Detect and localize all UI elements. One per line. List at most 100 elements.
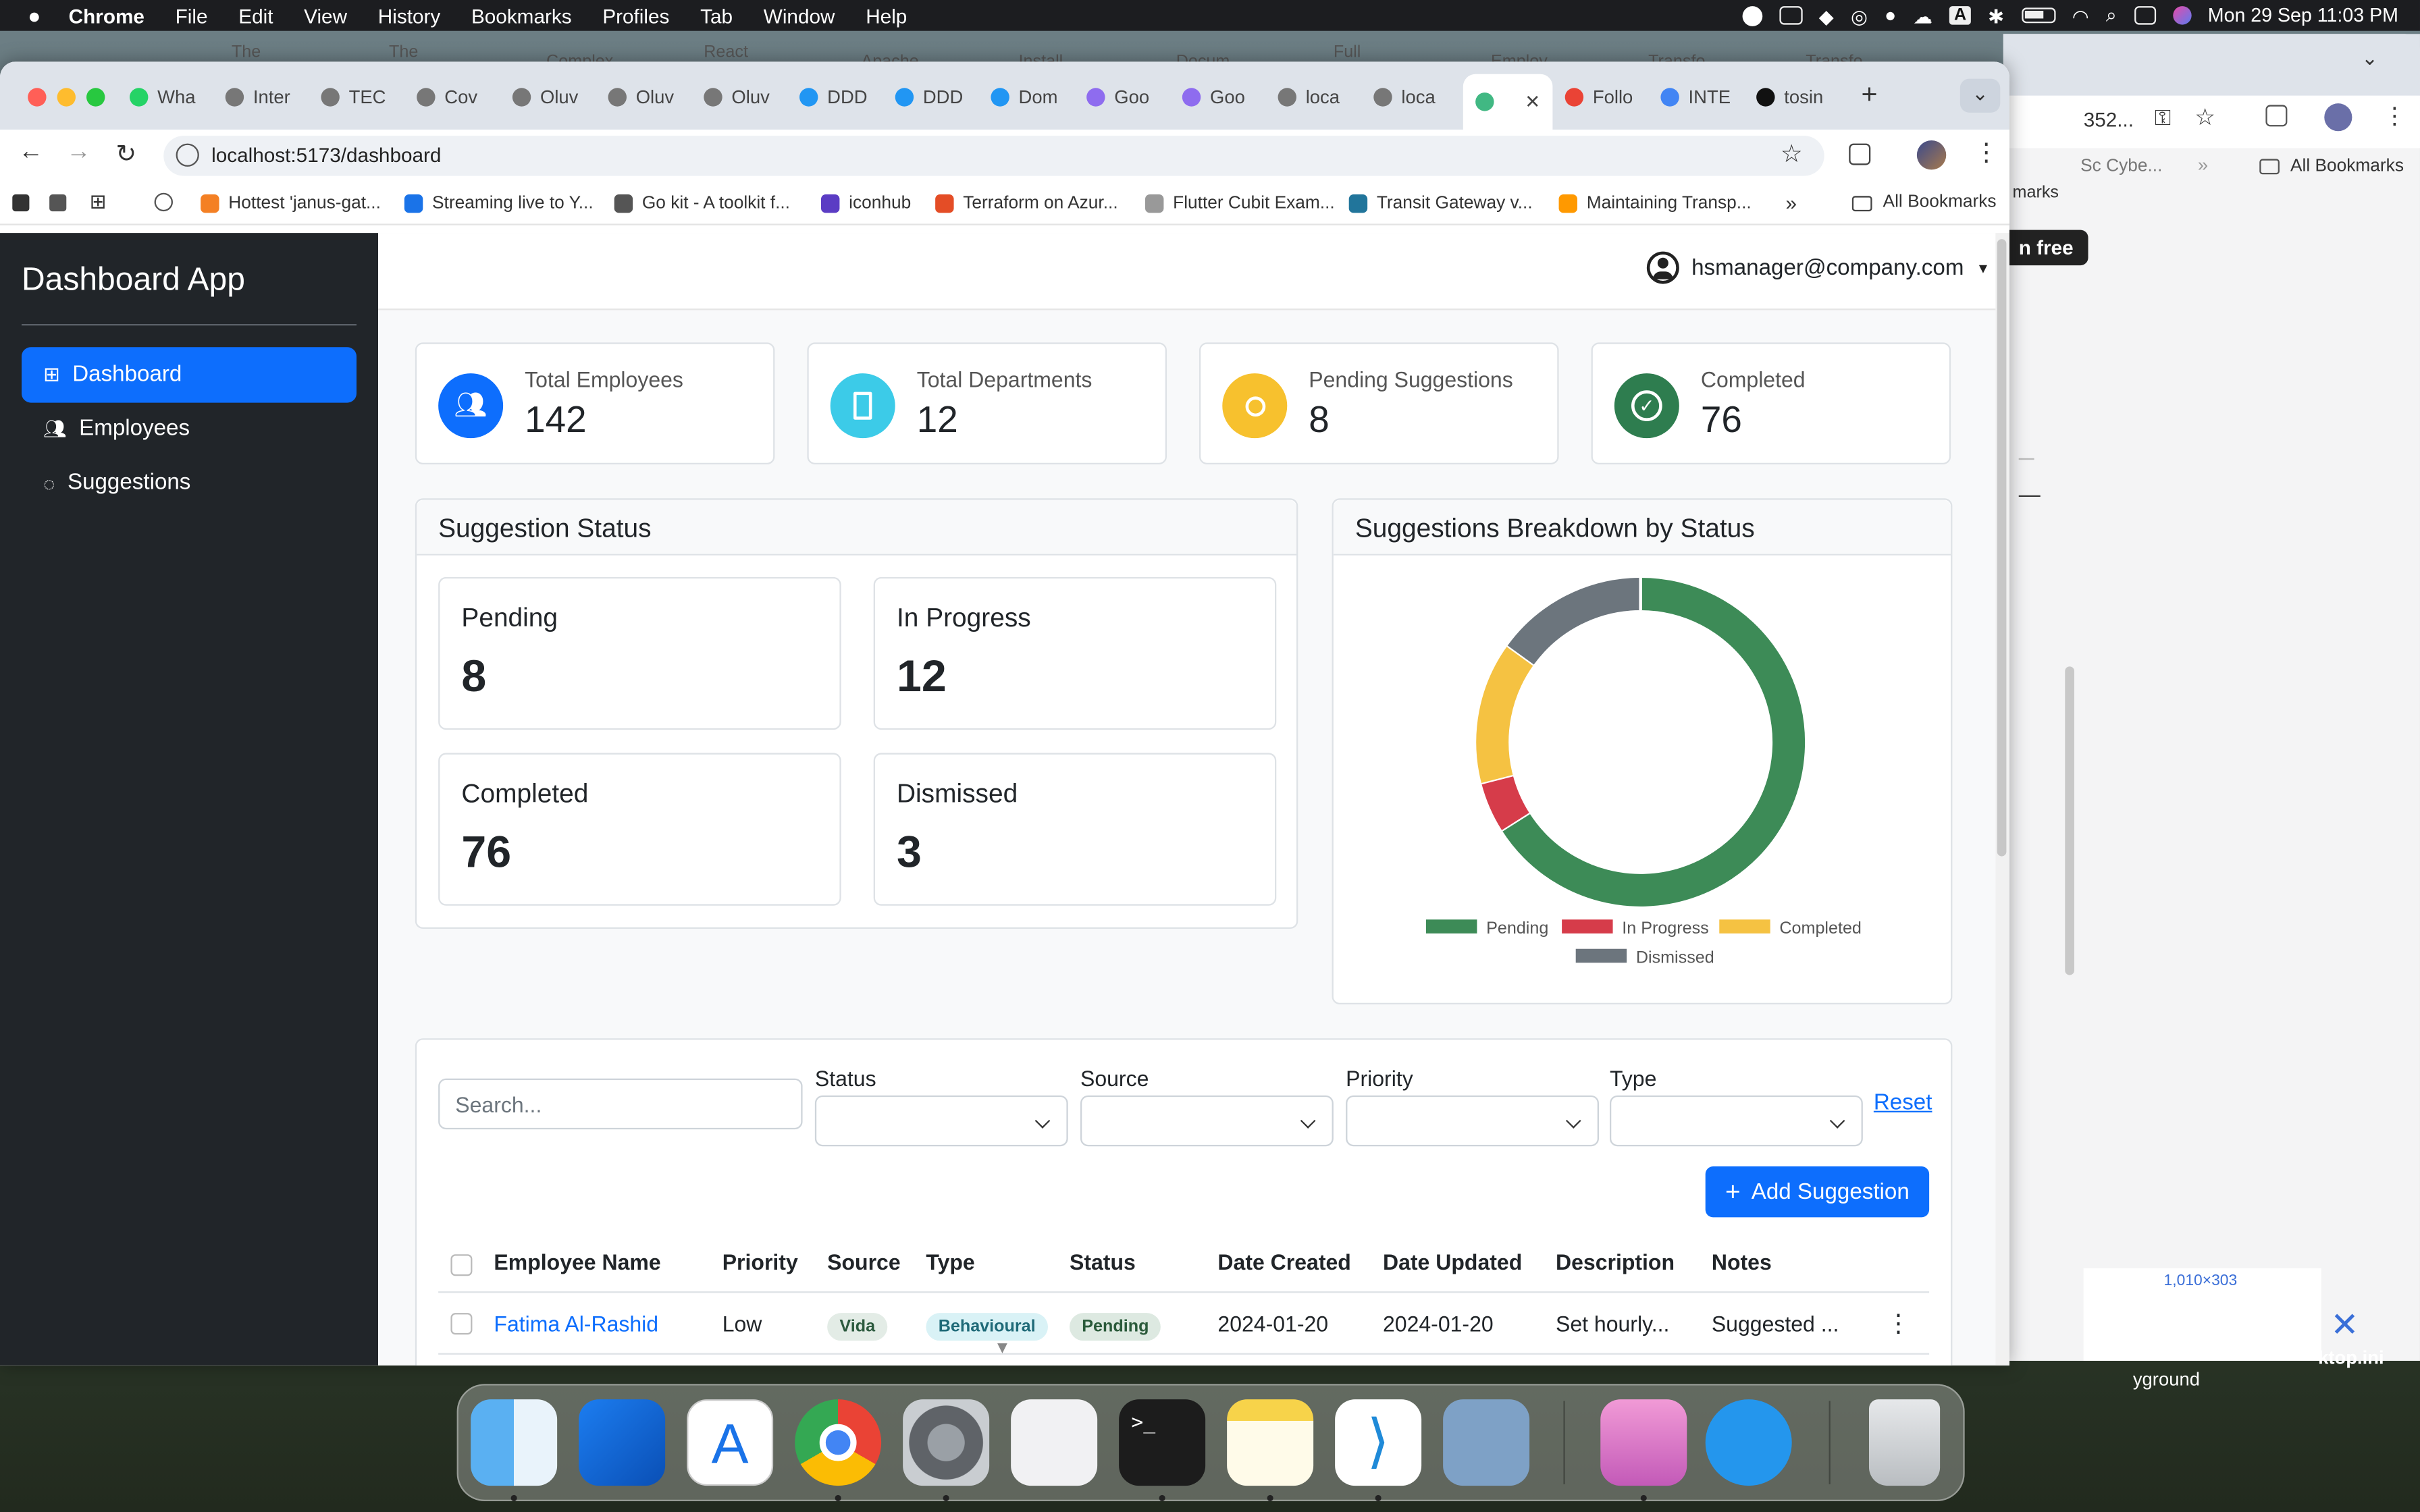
bookmark-item[interactable]: Flutter Cubit Exam... <box>1145 182 1335 225</box>
menu-edit[interactable]: Edit <box>238 4 273 27</box>
app-store-icon[interactable]: A <box>687 1399 774 1486</box>
table-row[interactable]: Fatima Al-Rashid Low Vida Behavioural Pe… <box>438 1293 1930 1355</box>
bookmark-item[interactable]: Streaming live to Y... <box>404 182 594 225</box>
profile-avatar[interactable] <box>1916 140 1947 170</box>
address-bar[interactable]: localhost:5173/dashboard ☆ <box>163 136 1824 176</box>
menu-app-name[interactable]: Chrome <box>69 4 144 27</box>
siri-icon[interactable] <box>2172 6 2191 25</box>
extensions-icon[interactable] <box>1849 143 1871 165</box>
menu-file[interactable]: File <box>176 4 208 27</box>
browser-tab[interactable]: Inter <box>225 80 318 114</box>
display-icon[interactable] <box>1779 6 1802 25</box>
globe-icon[interactable] <box>154 192 173 212</box>
browser-tab[interactable]: INTE <box>1660 80 1753 114</box>
browser-tab[interactable]: DDD <box>895 80 988 114</box>
close-window-button[interactable] <box>28 88 47 107</box>
sidebar-item-employees[interactable]: 👥︎ Employees <box>22 401 357 456</box>
column-header-employee-name[interactable]: Employee Name <box>494 1249 660 1274</box>
back-window-free-button[interactable]: n free <box>2009 230 2089 266</box>
postgresql-icon[interactable] <box>1443 1399 1530 1486</box>
more-bookmarks-icon[interactable]: » <box>1786 191 1797 214</box>
bookmark-star-icon[interactable]: ☆ <box>1781 139 1803 170</box>
page-scrollbar[interactable] <box>1995 233 2009 1366</box>
browser-tab-active[interactable]: ✕ <box>1463 74 1553 130</box>
close-tab-icon[interactable]: ✕ <box>1525 91 1540 113</box>
column-header-status[interactable]: Status <box>1070 1249 1136 1274</box>
row-checkbox[interactable] <box>450 1313 473 1335</box>
all-bookmarks-link[interactable]: All Bookmarks <box>1883 193 1997 211</box>
terminal-icon[interactable]: >_ <box>1119 1399 1206 1486</box>
status-filter-select[interactable] <box>814 1095 1068 1147</box>
menu-help[interactable]: Help <box>866 4 907 27</box>
row-actions-icon[interactable]: ⋮ <box>1886 1308 1911 1339</box>
bookmark-item[interactable]: iconhub <box>820 182 911 225</box>
bookmark-item[interactable]: Hottest 'janus-gat... <box>201 182 381 225</box>
browser-tab[interactable]: Oluv <box>704 80 796 114</box>
menu-bookmarks[interactable]: Bookmarks <box>471 4 572 27</box>
tab-search-button[interactable]: ⌄ <box>1959 78 2001 113</box>
donut-slice-in-progress[interactable] <box>1481 774 1529 830</box>
browser-tab[interactable]: Follo <box>1564 80 1658 114</box>
system-settings-icon[interactable] <box>903 1399 990 1486</box>
menu-window[interactable]: Window <box>764 4 835 27</box>
legend-label[interactable]: Dismissed <box>1636 948 1714 967</box>
launchpad-icon[interactable] <box>1011 1399 1098 1486</box>
cloud-sync-icon[interactable]: ☁ <box>1913 4 1932 27</box>
column-header-type[interactable]: Type <box>926 1249 974 1274</box>
employee-name-link[interactable]: Fatima Al-Rashid <box>494 1312 658 1336</box>
kebab-menu-icon[interactable]: ⋮ <box>2383 102 2406 130</box>
type-filter-select[interactable] <box>1609 1095 1863 1147</box>
profile-avatar[interactable] <box>2324 103 2352 132</box>
lastpass-icon[interactable]: ● <box>1885 5 1896 26</box>
menu-clock[interactable]: Mon 29 Sep 11:03 PM <box>2208 5 2398 26</box>
chevron-down-icon[interactable]: ⌄ <box>2361 47 2378 72</box>
browser-tab[interactable]: tosin <box>1756 80 1849 114</box>
column-header-notes[interactable]: Notes <box>1712 1249 1772 1274</box>
browser-tab[interactable]: loca <box>1373 80 1466 114</box>
column-header-date-created[interactable]: Date Created <box>1217 1249 1350 1274</box>
scroll-down-icon[interactable]: ▼ <box>994 1339 1011 1357</box>
chrome-icon[interactable] <box>795 1399 882 1486</box>
browser-window[interactable]: Wha Inter TEC Cov Oluv Oluv Oluv DDD DDD Dom Goo Go… <box>0 61 2009 1366</box>
trash-icon[interactable] <box>1868 1399 1941 1486</box>
user-menu[interactable]: hsmanager@company.com ▼ <box>1646 251 1990 284</box>
notes-icon[interactable] <box>1227 1399 1314 1486</box>
column-header-description[interactable]: Description <box>1556 1249 1675 1274</box>
bookmark-item[interactable]: Transit Gateway v... <box>1348 182 1533 225</box>
site-info-icon[interactable] <box>176 143 199 167</box>
browser-tab[interactable]: Goo <box>1182 80 1275 114</box>
browser-tab[interactable]: TEC <box>321 80 413 114</box>
back-arrow-icon[interactable]: ← <box>18 139 43 167</box>
select-all-checkbox[interactable] <box>450 1254 473 1276</box>
source-filter-select[interactable] <box>1080 1095 1334 1147</box>
control-center-icon[interactable] <box>2134 6 2156 25</box>
back-window-all-bookmarks[interactable]: All Bookmarks <box>2290 157 2404 176</box>
add-suggestion-button[interactable]: + Add Suggestion <box>1705 1166 1930 1218</box>
desktop-file-label[interactable]: ktop.ini <box>2318 1347 2384 1368</box>
bookmark-square-icon[interactable] <box>12 194 30 212</box>
back-window-bookmark[interactable]: Sc Cybe... <box>2080 157 2162 176</box>
extensions-icon[interactable] <box>2265 105 2288 127</box>
bookmark-square-icon[interactable] <box>49 194 67 212</box>
sidebar-item-dashboard[interactable]: ⊞ Dashboard <box>21 347 357 403</box>
priority-filter-select[interactable] <box>1346 1095 1599 1147</box>
legend-label[interactable]: Completed <box>1779 919 1862 938</box>
bookmark-item[interactable]: Maintaining Transp... <box>1558 182 1752 225</box>
brand-title[interactable]: Dashboard App <box>22 263 245 300</box>
column-header-date-updated[interactable]: Date Updated <box>1383 1249 1522 1274</box>
input-source-icon[interactable]: A <box>1949 6 1972 25</box>
browser-tab[interactable]: Oluv <box>512 80 605 114</box>
zoom-window-button[interactable] <box>86 88 105 107</box>
spotlight-search-icon[interactable]: ⌕ <box>2106 4 2117 27</box>
star-icon[interactable]: ☆ <box>2194 103 2215 131</box>
minus-icon[interactable]: — <box>2019 481 2041 506</box>
key-icon[interactable]: ⚿ <box>2155 105 2171 131</box>
grammarly-icon[interactable] <box>1741 5 1762 26</box>
menu-view[interactable]: View <box>304 4 347 27</box>
menu-profiles[interactable]: Profiles <box>602 4 669 27</box>
background-browser-window[interactable]: ⌄ 352... ⚿ ☆ ⋮ Sc Cybe... » All Bookmark… <box>2003 34 2420 1361</box>
bookmark-item[interactable]: Terraform on Azur... <box>935 182 1118 225</box>
creative-cloud-icon[interactable]: ◎ <box>1851 4 1868 27</box>
browser-menu-icon[interactable]: ⋮ <box>1974 137 1999 168</box>
legend-label[interactable]: In Progress <box>1622 919 1708 938</box>
